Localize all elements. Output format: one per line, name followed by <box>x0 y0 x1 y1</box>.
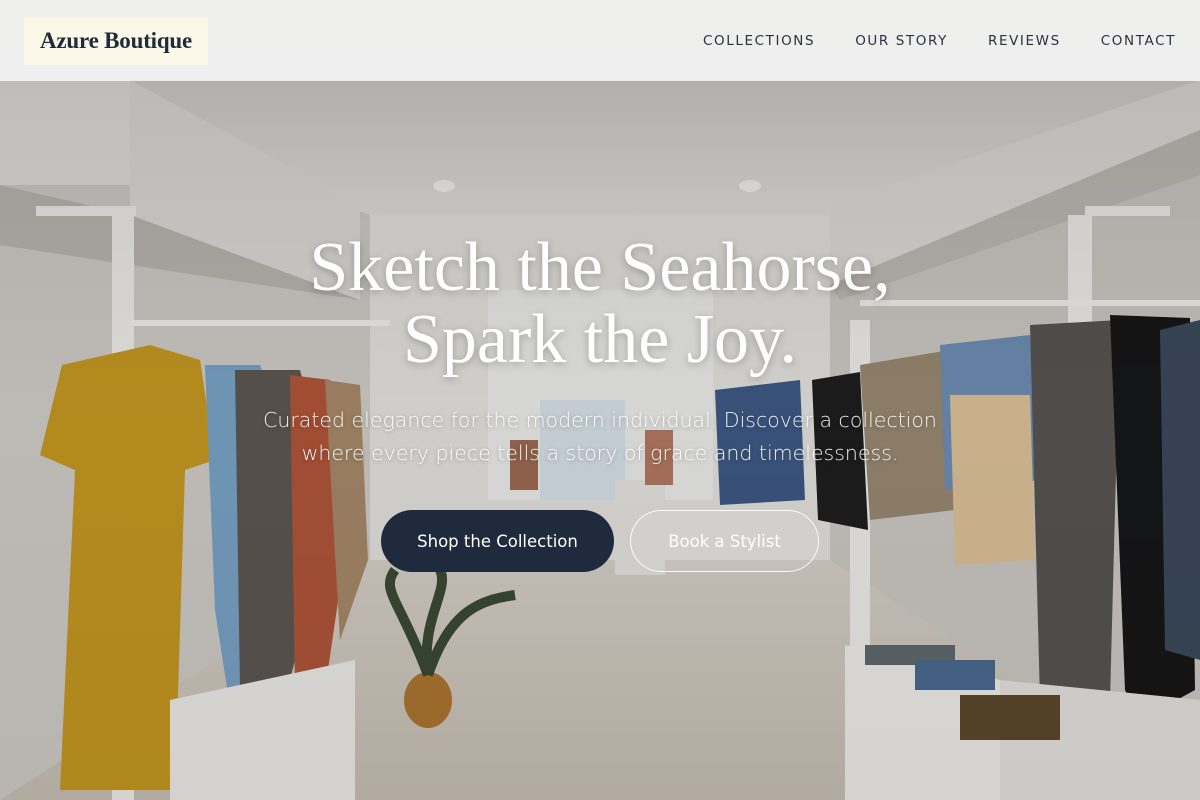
nav-item-contact[interactable]: CONTACT <box>1101 33 1176 49</box>
brand-logo[interactable]: Azure Boutique <box>24 16 209 65</box>
hero-title-line-1: Sketch the Seahorse, <box>309 229 891 306</box>
main-nav: COLLECTIONS OUR STORY REVIEWS CONTACT <box>703 33 1176 49</box>
nav-item-reviews[interactable]: REVIEWS <box>988 33 1061 49</box>
hero-title-line-2: Spark the Joy. <box>402 301 798 378</box>
book-stylist-button[interactable]: Book a Stylist <box>630 510 819 572</box>
hero-subtitle: Curated elegance for the modern individu… <box>263 408 937 465</box>
hero-cta-group: Shop the Collection Book a Stylist <box>0 510 1200 572</box>
nav-item-our-story[interactable]: OUR STORY <box>855 33 948 49</box>
hero-title: Sketch the Seahorse, Spark the Joy. <box>0 232 1200 376</box>
site-header: Azure Boutique COLLECTIONS OUR STORY REV… <box>0 0 1200 81</box>
nav-item-collections[interactable]: COLLECTIONS <box>703 33 815 49</box>
shop-collection-button[interactable]: Shop the Collection <box>381 510 614 572</box>
hero-section: Sketch the Seahorse, Spark the Joy. Cura… <box>0 232 1200 572</box>
